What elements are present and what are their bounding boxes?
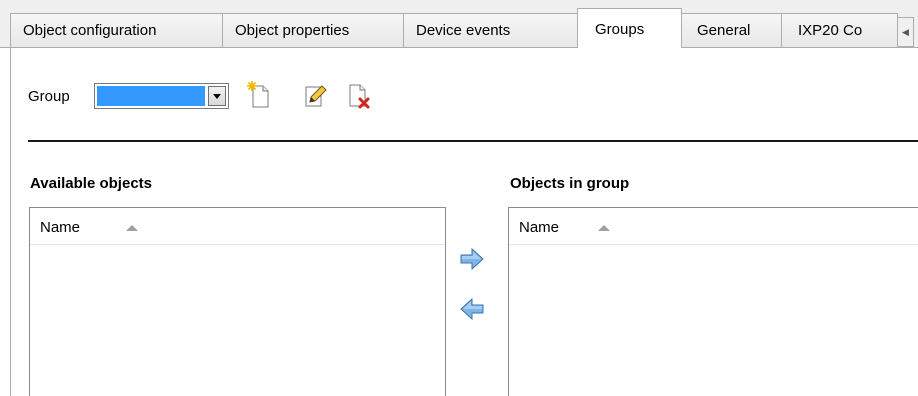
delete-group-icon[interactable] bbox=[345, 80, 373, 110]
sort-ascending-icon bbox=[126, 225, 138, 231]
tab-strip: Object configuration Object properties D… bbox=[0, 0, 918, 48]
section-divider bbox=[28, 140, 918, 142]
arrow-left-icon[interactable] bbox=[460, 298, 484, 320]
objects-in-group-header: Name bbox=[509, 208, 918, 245]
chevron-down-icon[interactable] bbox=[208, 86, 226, 106]
objects-in-group-list[interactable]: Name bbox=[508, 207, 918, 396]
tab-label: Object configuration bbox=[23, 22, 157, 39]
arrow-right-icon[interactable] bbox=[460, 248, 484, 270]
tab-label: IXP20 Co bbox=[798, 22, 863, 39]
tab-device-events[interactable]: Device events bbox=[403, 13, 578, 47]
tab-object-configuration[interactable]: Object configuration bbox=[10, 13, 223, 47]
available-objects-title: Available objects bbox=[30, 175, 152, 192]
edit-group-icon[interactable] bbox=[301, 80, 329, 110]
tab-ixp20[interactable]: IXP20 Co bbox=[781, 13, 898, 47]
objects-in-group-title: Objects in group bbox=[510, 175, 630, 192]
group-label: Group bbox=[28, 88, 70, 105]
sort-ascending-icon bbox=[598, 225, 610, 231]
tab-label: General bbox=[697, 22, 751, 39]
available-objects-list[interactable]: Name bbox=[29, 207, 446, 396]
group-select-value bbox=[97, 86, 205, 106]
scroll-left-icon[interactable]: ◀ bbox=[897, 17, 914, 47]
panel-border bbox=[10, 47, 11, 396]
tab-object-properties[interactable]: Object properties bbox=[222, 13, 404, 47]
tab-groups[interactable]: Groups bbox=[577, 8, 682, 48]
tab-label: Device events bbox=[416, 22, 511, 39]
column-header-name[interactable]: Name bbox=[519, 219, 559, 236]
available-objects-header: Name bbox=[30, 208, 445, 245]
tab-general[interactable]: General bbox=[681, 13, 782, 47]
tab-strip-baseline bbox=[0, 47, 918, 48]
tab-label: Object properties bbox=[235, 22, 350, 39]
tab-label: Groups bbox=[595, 21, 645, 38]
new-group-icon[interactable] bbox=[245, 80, 273, 110]
group-select[interactable] bbox=[94, 83, 229, 109]
column-header-name[interactable]: Name bbox=[40, 219, 80, 236]
